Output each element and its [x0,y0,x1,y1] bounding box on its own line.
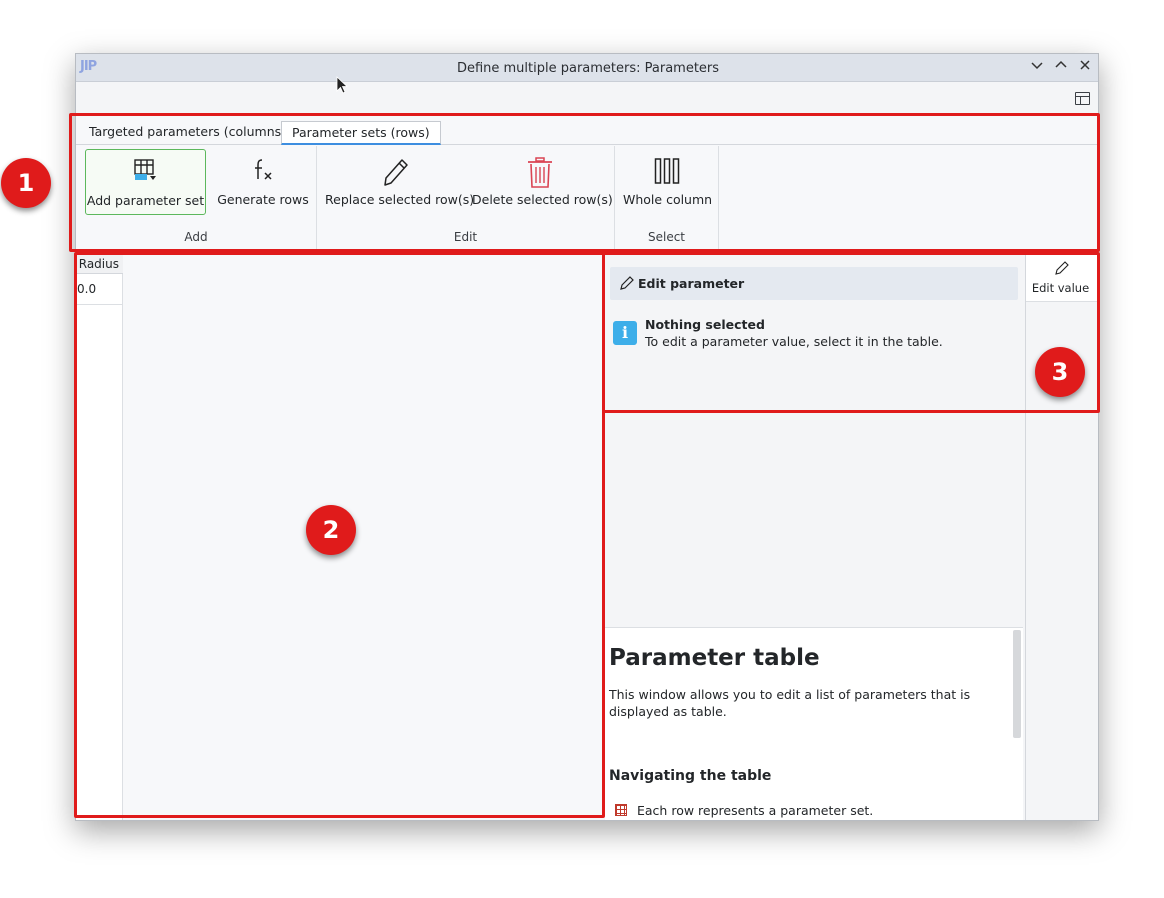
top-toolbar [76,83,1098,115]
pencil-icon [1055,261,1069,275]
table-column: Radius 0.0 [76,254,123,820]
layout-toggle-icon[interactable] [1075,92,1090,105]
group-edit-label: Edit [453,230,478,244]
replace-selected-rows-button[interactable]: Replace selected row(s) [325,149,475,215]
help-scrollbar[interactable] [1013,630,1021,738]
trash-icon [528,157,552,188]
close-icon [1080,60,1090,70]
chevron-down-icon [1031,62,1043,70]
side-tab-edit-value-label: Edit value [1031,281,1090,295]
minimize-button[interactable] [1028,58,1046,76]
close-button[interactable] [1076,58,1094,76]
generate-rows-button[interactable]: Generate rows [213,149,313,215]
group-select-label: Select [647,230,686,244]
add-parameter-set-label: Add parameter set [86,193,205,208]
help-panel: Parameter table This window allows you t… [605,627,1023,820]
side-tab-bar: Edit value [1025,254,1098,820]
help-intro: This window allows you to edit a list of… [609,687,971,719]
group-select: Whole column Select [615,146,719,250]
badge-3: 3 [1035,347,1085,397]
grid-icon [615,804,627,816]
function-icon [255,159,272,180]
pencil-icon [384,159,408,186]
mouse-cursor-icon [336,76,348,94]
edit-parameter-title: Edit parameter [638,276,745,291]
dialog-window: JIP Define multiple parameters: Paramete… [75,53,1099,821]
ribbon-tabbar: Targeted parameters (columns) Parameter … [76,121,1098,145]
replace-selected-rows-label: Replace selected row(s) [325,192,475,207]
info-icon: i [613,321,637,345]
delete-selected-rows-button[interactable]: Delete selected row(s) [472,149,613,215]
edit-parameter-header: Edit parameter [610,267,1018,300]
chevron-up-icon [1055,60,1067,68]
column-header-radius[interactable]: Radius [76,254,123,274]
help-section-title: Navigating the table [609,768,772,784]
nothing-selected-description: To edit a parameter value, select it in … [645,334,943,349]
title-bar[interactable]: JIP Define multiple parameters: Paramete… [76,54,1098,82]
tab-parameter-sets[interactable]: Parameter sets (rows) [281,121,441,145]
badge-1: 1 [1,158,51,208]
group-add: Add parameter set Generate rows Add [76,146,317,250]
whole-column-button[interactable]: Whole column [623,149,713,215]
columns-icon [654,158,680,184]
group-edit: Replace selected row(s) Delete selected … [317,146,615,250]
badge-2: 2 [306,505,356,555]
tab-targeted-parameters[interactable]: Targeted parameters (columns) [79,121,296,145]
help-title: Parameter table [609,645,820,671]
table-cell[interactable]: 0.0 [76,274,123,305]
maximize-button[interactable] [1052,58,1070,76]
delete-selected-rows-label: Delete selected row(s) [472,192,613,207]
group-add-label: Add [184,230,208,244]
add-table-row-icon [133,159,156,180]
window-title: Define multiple parameters: Parameters [456,61,720,76]
edit-panel: Edit parameter i Nothing selected To edi… [605,254,1025,820]
ribbon: Targeted parameters (columns) Parameter … [76,116,1098,253]
nothing-selected-title: Nothing selected [645,317,765,332]
pencil-icon [620,276,634,290]
side-tab-edit-value[interactable]: Edit value [1026,254,1098,302]
add-parameter-set-button[interactable]: Add parameter set [85,149,206,215]
help-bullet: Each row represents a parameter set. [637,803,874,818]
whole-column-label: Whole column [623,192,713,207]
generate-rows-label: Generate rows [217,192,309,207]
